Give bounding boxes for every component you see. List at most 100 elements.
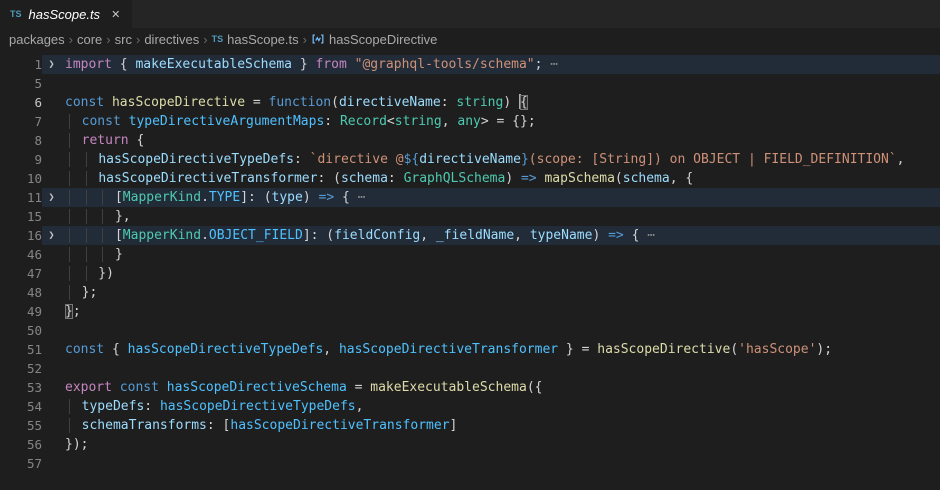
fold-chevron-icon[interactable]: ❯ (42, 55, 61, 74)
code-line[interactable]: 7 const typeDirectiveArgumentMaps: Recor… (0, 112, 940, 131)
breadcrumb-item-packages[interactable]: packages (9, 32, 65, 47)
line-number[interactable]: 54 (0, 397, 42, 416)
breadcrumb-item-directives[interactable]: directives (144, 32, 199, 47)
code-token: { (624, 228, 640, 243)
line-number[interactable]: 51 (0, 340, 42, 359)
code-line[interactable]: 11❯ [MapperKind.TYPE]: (type) => { ⋯ (0, 188, 940, 207)
code-line[interactable]: 15 }, (0, 207, 940, 226)
code-token: ({ (527, 380, 543, 395)
code-line[interactable]: 56}); (0, 435, 940, 454)
code-line[interactable]: 8 return { (0, 131, 940, 150)
code-token: , (514, 228, 530, 243)
line-number[interactable]: 49 (0, 302, 42, 321)
code-token: : (324, 114, 340, 129)
code-token: > = {}; (481, 114, 536, 129)
line-number[interactable]: 9 (0, 150, 42, 169)
code-line[interactable]: 46 } (0, 245, 940, 264)
code-line[interactable]: 50 (0, 321, 940, 340)
code-text (61, 321, 940, 340)
line-number[interactable]: 50 (0, 321, 42, 340)
fold-ellipsis[interactable]: ⋯ (542, 57, 558, 72)
fold-column (42, 169, 61, 188)
line-number[interactable]: 52 (0, 359, 42, 378)
line-number[interactable]: 53 (0, 378, 42, 397)
code-token: ]: ( (303, 228, 334, 243)
code-line[interactable]: 9 hasScopeDirectiveTypeDefs: `directive … (0, 150, 940, 169)
line-number[interactable]: 15 (0, 207, 42, 226)
code-line[interactable]: 57 (0, 454, 940, 473)
line-number[interactable]: 48 (0, 283, 42, 302)
tab-hasscope[interactable]: TS hasScope.ts ✕ (0, 0, 132, 28)
code-token: type (272, 190, 303, 205)
line-number[interactable]: 46 (0, 245, 42, 264)
code-token: TYPE (209, 190, 240, 205)
code-token: : (144, 399, 160, 414)
fold-column (42, 397, 61, 416)
code-text: import { makeExecutableSchema } from "@g… (61, 55, 940, 74)
code-line[interactable]: 47 }) (0, 264, 940, 283)
line-number[interactable]: 1 (0, 55, 42, 74)
code-token (66, 133, 82, 148)
code-token: ) (505, 171, 521, 186)
code-line[interactable]: 49}; (0, 302, 940, 321)
code-token: ( (331, 95, 339, 110)
code-token: : ( (317, 171, 340, 186)
code-line[interactable]: 10 hasScopeDirectiveTransformer: (schema… (0, 169, 940, 188)
chevron-right-icon: › (203, 32, 207, 47)
code-line[interactable]: 51const { hasScopeDirectiveTypeDefs, has… (0, 340, 940, 359)
line-number[interactable]: 8 (0, 131, 42, 150)
code-line[interactable]: 6const hasScopeDirective = function(dire… (0, 93, 940, 112)
breadcrumb-item-file[interactable]: TS hasScope.ts (212, 32, 299, 47)
code-line[interactable]: 53export const hasScopeDirectiveSchema =… (0, 378, 940, 397)
code-line[interactable]: 16❯ [MapperKind.OBJECT_FIELD]: (fieldCon… (0, 226, 940, 245)
code-token: { (520, 95, 528, 110)
close-icon[interactable]: ✕ (111, 8, 120, 21)
line-number[interactable]: 6 (0, 93, 42, 112)
code-line[interactable]: 52 (0, 359, 940, 378)
code-token: GraphQLSchema (404, 171, 506, 186)
fold-chevron-icon[interactable]: ❯ (42, 188, 61, 207)
code-line[interactable]: 55 schemaTransforms: [hasScopeDirectiveT… (0, 416, 940, 435)
code-line[interactable]: 48 }; (0, 283, 940, 302)
line-number[interactable]: 57 (0, 454, 42, 473)
code-token (66, 114, 82, 129)
line-number[interactable]: 5 (0, 74, 42, 93)
code-token: _fieldName (436, 228, 514, 243)
fold-chevron-icon[interactable]: ❯ (42, 226, 61, 245)
line-number[interactable]: 11 (0, 188, 42, 207)
code-token: ] (450, 418, 458, 433)
code-text: [MapperKind.OBJECT_FIELD]: (fieldConfig,… (61, 226, 940, 245)
code-token (121, 114, 129, 129)
fold-column (42, 150, 61, 169)
code-token: schema (341, 171, 388, 186)
typescript-file-icon: TS (10, 9, 22, 19)
line-number[interactable]: 56 (0, 435, 42, 454)
fold-column (42, 283, 61, 302)
code-token: ) (592, 228, 608, 243)
code-token: hasScopeDirective (112, 95, 245, 110)
editor[interactable]: 1❯import { makeExecutableSchema } from "… (0, 50, 940, 473)
code-line[interactable]: 5 (0, 74, 940, 93)
code-text: return { (61, 131, 940, 150)
line-number[interactable]: 55 (0, 416, 42, 435)
breadcrumb-item-core[interactable]: core (77, 32, 102, 47)
code-token: hasScopeDirectiveTypeDefs (128, 342, 324, 357)
code-line[interactable]: 1❯import { makeExecutableSchema } from "… (0, 55, 940, 74)
line-number[interactable]: 10 (0, 169, 42, 188)
fold-ellipsis[interactable]: ⋯ (639, 228, 655, 243)
code-token: ${ (404, 152, 420, 167)
breadcrumb-item-symbol[interactable]: hasScopeDirective (311, 32, 437, 47)
code-token: } (68, 247, 123, 262)
code-text: }); (61, 435, 940, 454)
code-area[interactable]: 1❯import { makeExecutableSchema } from "… (0, 55, 940, 473)
line-number[interactable]: 47 (0, 264, 42, 283)
fold-ellipsis[interactable]: ⋯ (350, 190, 366, 205)
breadcrumb-item-src[interactable]: src (115, 32, 132, 47)
code-line[interactable]: 54 typeDefs: hasScopeDirectiveTypeDefs, (0, 397, 940, 416)
code-token: typeName (530, 228, 593, 243)
code-token: : (388, 171, 404, 186)
chevron-right-icon: › (69, 32, 73, 47)
line-number[interactable]: 16 (0, 226, 42, 245)
code-token: const (120, 380, 159, 395)
line-number[interactable]: 7 (0, 112, 42, 131)
